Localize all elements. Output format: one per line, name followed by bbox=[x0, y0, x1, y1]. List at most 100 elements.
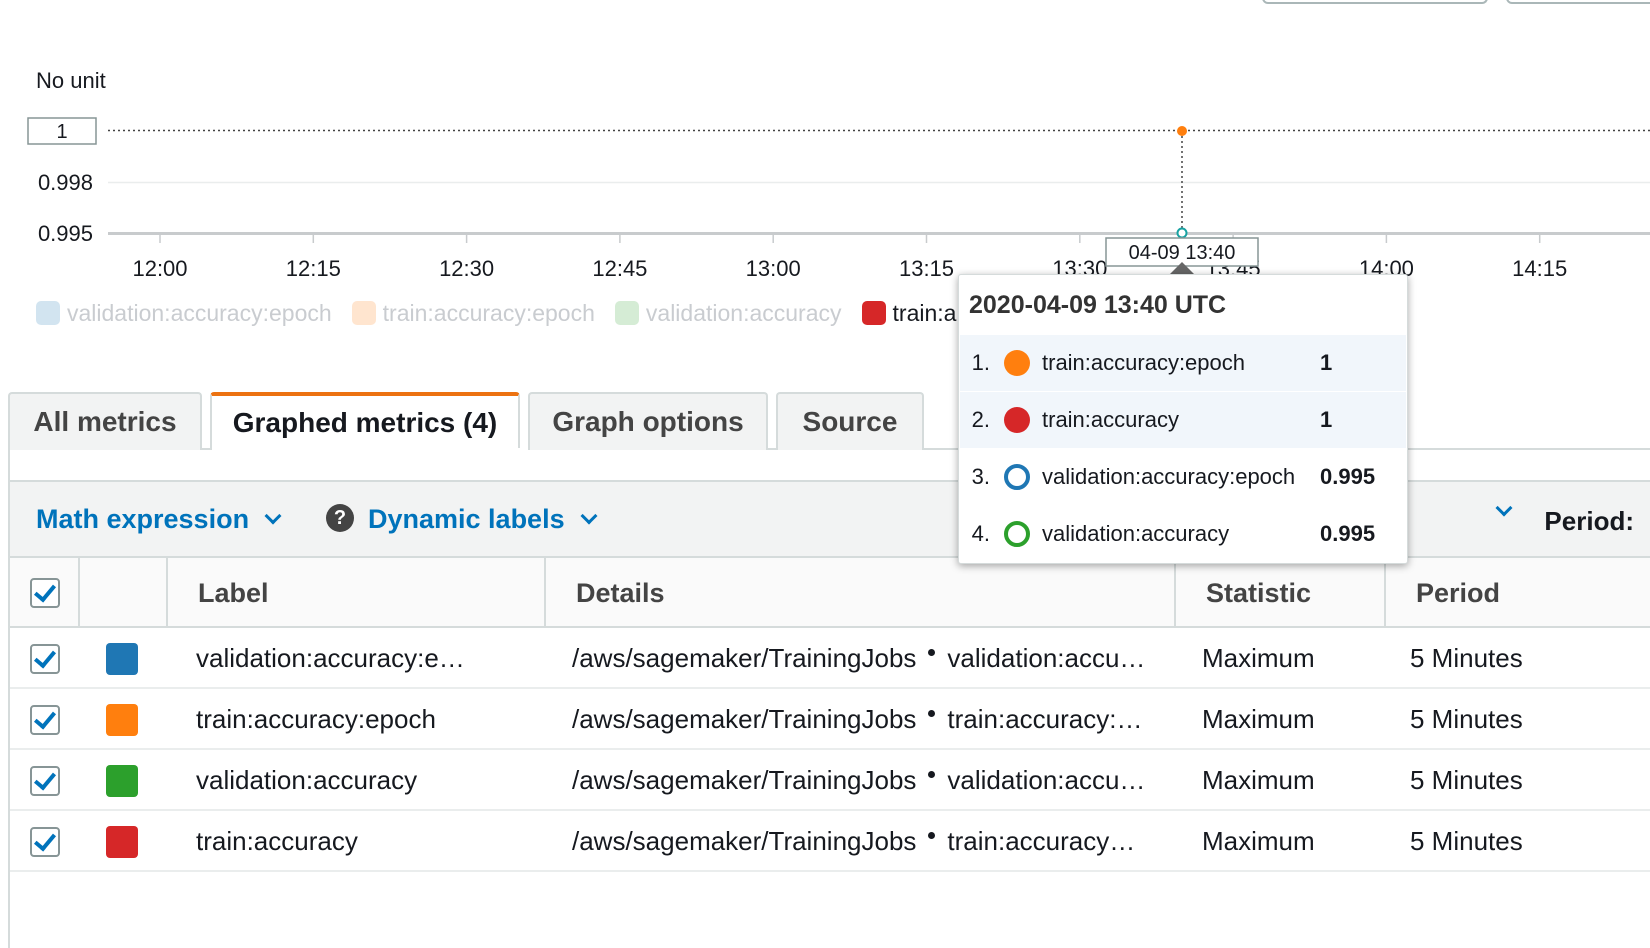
legend-swatch bbox=[36, 301, 60, 325]
row-statistic[interactable]: Maximum bbox=[1202, 811, 1372, 872]
table-header: Label Details Statistic Period bbox=[10, 558, 1650, 628]
metric-name-text: validation:accu… bbox=[947, 643, 1146, 673]
series-marker-icon bbox=[1004, 464, 1030, 490]
tooltip-row: 2. train:accuracy 1 bbox=[960, 392, 1406, 448]
chevron-down-icon[interactable] bbox=[1495, 499, 1513, 517]
statistic-text: Maximum bbox=[1202, 765, 1315, 795]
train-accuracy-epoch-point[interactable] bbox=[1177, 126, 1187, 136]
statistic-text: Maximum bbox=[1202, 643, 1315, 673]
row-color-cell bbox=[106, 750, 146, 811]
tooltip-row-number: 2. bbox=[971, 407, 990, 432]
period-text: 5 Minutes bbox=[1410, 704, 1523, 734]
row-statistic[interactable]: Maximum bbox=[1202, 628, 1372, 689]
table-row[interactable]: train:accuracy/aws/sagemaker/TrainingJob… bbox=[10, 811, 1650, 872]
help-icon[interactable]: ? bbox=[326, 504, 354, 532]
legend-label: validation:accuracy bbox=[645, 299, 842, 326]
tab-graphed-metrics[interactable]: Graphed metrics (4) bbox=[210, 392, 520, 450]
x-tick-label: 12:15 bbox=[286, 256, 341, 281]
tooltip-series-label: validation:accuracy:epoch bbox=[1042, 464, 1296, 489]
legend-swatch bbox=[614, 301, 639, 325]
row-details: /aws/sagemaker/TrainingJobs validation:ac… bbox=[572, 628, 1172, 689]
row-checkbox-cell bbox=[30, 628, 70, 689]
row-period[interactable]: 5 Minutes bbox=[1410, 689, 1610, 750]
x-tick-label: 12:45 bbox=[592, 256, 647, 281]
period-text: 5 Minutes bbox=[1410, 765, 1523, 795]
y-hover-label: 1 bbox=[56, 121, 67, 143]
separator-dot bbox=[928, 649, 936, 656]
legend-item[interactable]: validation:accuracy bbox=[614, 299, 842, 327]
legend-item[interactable]: validation:accuracy:epoch bbox=[36, 300, 332, 327]
series-color-swatch[interactable] bbox=[106, 703, 138, 736]
period-text: 5 Minutes bbox=[1410, 643, 1523, 673]
tab-label: All metrics bbox=[33, 406, 177, 437]
period-text: 5 Minutes bbox=[1410, 826, 1523, 856]
series-color-swatch[interactable] bbox=[106, 642, 138, 675]
row-color-cell bbox=[106, 628, 146, 689]
dynamic-labels-dropdown[interactable]: Dynamic labels bbox=[368, 504, 598, 535]
validation-accuracy-point[interactable] bbox=[1176, 227, 1188, 239]
header-color-cell bbox=[78, 558, 166, 628]
row-label[interactable]: validation:accuracy:e… bbox=[196, 628, 536, 689]
gridlines bbox=[108, 129, 1650, 235]
row-color-cell bbox=[106, 689, 146, 750]
table-row[interactable]: validation:accuracy:e… /aws/sagemaker/Tra… bbox=[10, 628, 1650, 689]
table-row[interactable]: validation:accuracy/aws/sagemaker/Traini… bbox=[10, 750, 1650, 811]
header-statistic[interactable]: Statistic bbox=[1174, 558, 1384, 628]
row-period[interactable]: 5 Minutes bbox=[1410, 628, 1610, 689]
header-checkbox-cell bbox=[10, 558, 78, 628]
row-period[interactable]: 5 Minutes bbox=[1410, 811, 1610, 872]
row-label[interactable]: validation:accuracy bbox=[196, 750, 536, 811]
metric-name-text: validation:accu… bbox=[947, 765, 1146, 795]
header-label[interactable]: Label bbox=[166, 558, 544, 628]
tooltip-row-number: 4. bbox=[971, 521, 990, 546]
row-label[interactable]: train:accuracy bbox=[196, 811, 536, 872]
header-details[interactable]: Details bbox=[544, 558, 1174, 628]
select-all-checkbox[interactable] bbox=[30, 578, 60, 608]
x-tick-label: 14:15 bbox=[1512, 256, 1567, 281]
tooltip-series-value: 0.995 bbox=[1320, 464, 1376, 489]
tooltip-row: 1. train:accuracy:epoch 1 bbox=[960, 335, 1406, 391]
header-period[interactable]: Period bbox=[1384, 558, 1650, 628]
table-body: validation:accuracy:e… /aws/sagemaker/Tra… bbox=[10, 628, 1650, 872]
graphed-metrics-table: Label Details Statistic Period validatio… bbox=[10, 558, 1650, 872]
series-marker-icon bbox=[1004, 407, 1030, 433]
series-color-swatch[interactable] bbox=[106, 825, 138, 858]
tab-source[interactable]: Source bbox=[776, 392, 924, 450]
separator-dot bbox=[928, 710, 936, 717]
row-checkbox[interactable] bbox=[30, 704, 60, 735]
table-row[interactable]: train:accuracy:epoch/aws/sagemaker/Train… bbox=[10, 689, 1650, 750]
tab-all-metrics[interactable]: All metrics bbox=[8, 392, 202, 450]
period-label: Period: bbox=[1544, 506, 1634, 536]
label-text: validation:accuracy:e… bbox=[196, 643, 465, 673]
math-expression-dropdown[interactable]: Math expression bbox=[36, 504, 282, 535]
tab-label: Source bbox=[802, 406, 898, 437]
row-color-cell bbox=[106, 811, 146, 872]
datapoint-tooltip: 2020-04-09 13:40 UTC 1. train:accuracy:ep… bbox=[958, 274, 1408, 564]
metrics-tabs: All metrics Graphed metrics (4) Graph op… bbox=[8, 392, 932, 450]
legend-item[interactable]: train:a bbox=[861, 300, 956, 327]
tooltip-series-value: 1 bbox=[1320, 350, 1333, 375]
row-label[interactable]: train:accuracy:epoch bbox=[196, 689, 536, 750]
x-hover-label: 04-09 13:40 bbox=[1129, 242, 1236, 264]
row-checkbox[interactable] bbox=[30, 826, 60, 857]
row-period[interactable]: 5 Minutes bbox=[1410, 750, 1610, 811]
row-checkbox-cell bbox=[30, 811, 70, 872]
x-tick-label: 13:00 bbox=[746, 256, 801, 281]
active-tab-gap bbox=[222, 448, 528, 450]
legend-swatch bbox=[861, 301, 886, 325]
dynamic-labels-label: Dynamic labels bbox=[368, 504, 565, 534]
row-checkbox[interactable] bbox=[30, 765, 60, 796]
tooltip-series-label: train:accuracy bbox=[1042, 407, 1179, 432]
namespace-text: /aws/sagemaker/TrainingJobs bbox=[572, 765, 917, 795]
x-tick-label: 12:00 bbox=[132, 256, 187, 281]
legend-item[interactable]: train:accuracy:epoch bbox=[351, 300, 595, 327]
row-statistic[interactable]: Maximum bbox=[1202, 689, 1372, 750]
row-checkbox[interactable] bbox=[30, 643, 60, 674]
series-color-swatch[interactable] bbox=[106, 764, 138, 797]
row-statistic[interactable]: Maximum bbox=[1202, 750, 1372, 811]
x-tick-label: 12:30 bbox=[439, 256, 494, 281]
tab-graph-options[interactable]: Graph options bbox=[528, 392, 768, 450]
row-checkbox-cell bbox=[30, 750, 70, 811]
series-marker-icon bbox=[1004, 521, 1030, 547]
tooltip-series-value: 1 bbox=[1320, 407, 1333, 432]
